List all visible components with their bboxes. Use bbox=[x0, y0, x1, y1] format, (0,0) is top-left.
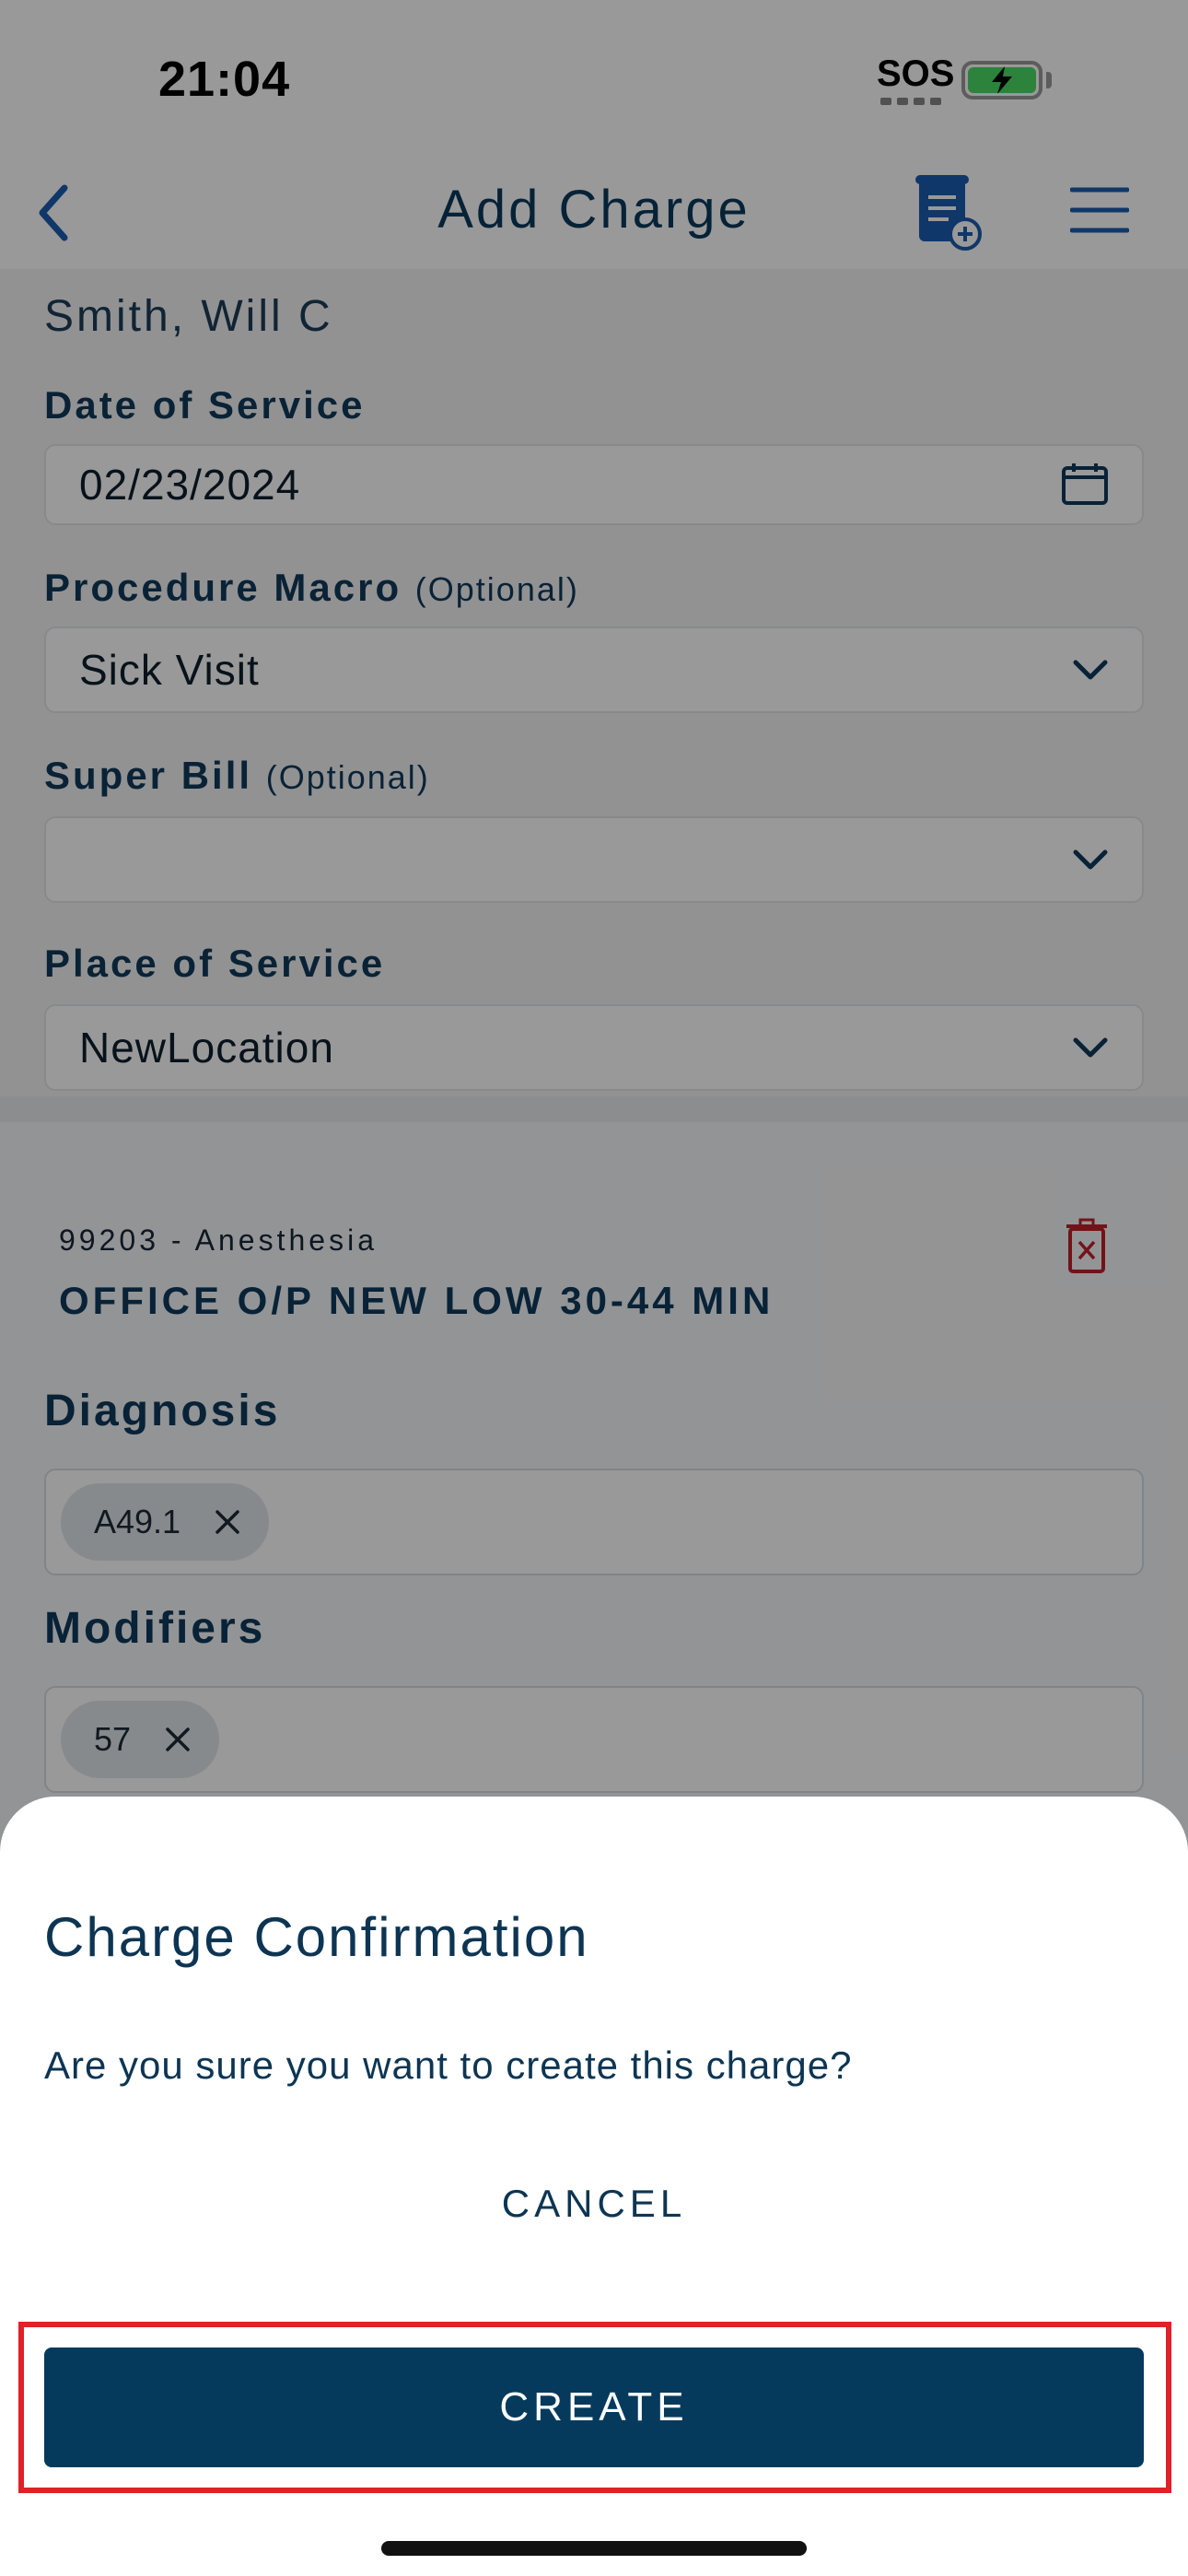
dialog-message: Are you sure you want to create this cha… bbox=[44, 2043, 853, 2087]
create-button[interactable]: CREATE bbox=[44, 2348, 1144, 2467]
home-indicator bbox=[381, 2541, 807, 2556]
app-screen: 21:04 SOS Add Charge Smith, Will C Date … bbox=[0, 0, 1188, 2576]
cancel-button[interactable]: CANCEL bbox=[0, 2182, 1188, 2226]
charge-confirmation-sheet: Charge Confirmation Are you sure you wan… bbox=[0, 1797, 1188, 2576]
dialog-title: Charge Confirmation bbox=[44, 1906, 589, 1968]
